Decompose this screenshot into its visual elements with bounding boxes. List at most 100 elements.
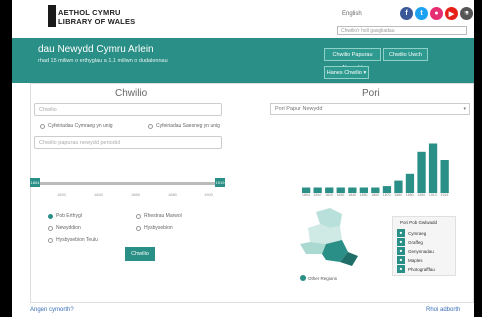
radio-button[interactable] <box>136 213 141 219</box>
wales-map[interactable] <box>296 206 366 274</box>
slider-tick: 1820 <box>57 192 66 197</box>
logo-line-1: AETHOL CYMRU <box>58 8 121 17</box>
browse-heading: Pori <box>362 88 380 99</box>
histogram-year-label: 1810 <box>313 193 322 197</box>
legend-item-label: Genynnadau <box>408 248 434 254</box>
histogram-year-label: 1870 <box>382 193 391 197</box>
site-header: AETHOL CYMRU LIBRARY OF WALES English ft… <box>12 0 474 38</box>
page-title: dau Newydd Cymru Arlein <box>38 44 154 55</box>
newspaper-browse-select[interactable]: Pori Papur Newydd ▾ <box>270 103 470 115</box>
legend-item-label: Maples <box>408 257 423 263</box>
map-region-mid <box>308 224 342 244</box>
category-family-notices[interactable]: Hysbysebion Teulu <box>48 237 98 243</box>
twitter-icon[interactable]: t <box>415 7 428 20</box>
flickr-icon[interactable]: ● <box>430 7 443 20</box>
category-obituaries[interactable]: Rhestrau Marwol <box>136 213 182 219</box>
slider-tick: 1900 <box>204 192 213 197</box>
histogram-year-label: 1919 <box>440 193 449 197</box>
more-icon[interactable]: + <box>463 9 468 19</box>
histogram-bar[interactable] <box>382 186 392 193</box>
legend-item-label: Photografffau <box>408 266 435 272</box>
legend-item[interactable]: ■ Genynnadau <box>397 247 434 255</box>
category-news[interactable]: Newyddion <box>48 225 81 231</box>
radio-button[interactable] <box>40 123 45 129</box>
page-subtitle: rhad 15 miliwn o erthyglau a 1.1 miliwn … <box>38 58 168 64</box>
radio-button[interactable] <box>48 225 53 231</box>
globe-icon <box>300 275 306 281</box>
slider-tick: 1880 <box>168 192 177 197</box>
feedback-link[interactable]: Rhoi adborth <box>426 307 460 313</box>
legend-swatch-icon: ■ <box>397 265 405 273</box>
year-histogram <box>302 143 449 194</box>
category-adverts[interactable]: Hysbysebion <box>136 225 173 231</box>
facebook-icon[interactable]: f <box>400 7 413 20</box>
legend-swatch-icon: ■ <box>397 247 405 255</box>
date-range-slider[interactable] <box>34 182 222 185</box>
legend-item[interactable]: ■ Graffeg <box>397 238 423 246</box>
histogram-bar[interactable] <box>417 151 426 193</box>
legend-swatch-icon: ■ <box>397 256 405 264</box>
nav-search-history-label: Hanes Chwilio <box>326 70 362 76</box>
nav-search-history[interactable]: Hanes Chwilio ▾ <box>324 66 369 79</box>
category-label: Pob Erthygl <box>56 213 82 219</box>
radio-button[interactable] <box>48 237 53 243</box>
histogram-year-label: 1860 <box>371 193 379 197</box>
chevron-down-icon: ▾ <box>361 70 367 76</box>
browse-legend: Pori Pob Gwlwadd ■ Cymraeg ■ Graffeg ■ Geny… <box>392 216 456 276</box>
histogram-bar[interactable] <box>405 173 415 193</box>
legend-swatch-icon: ■ <box>397 238 405 246</box>
help-link[interactable]: Angen cymorth? <box>30 307 74 313</box>
radio-button-selected[interactable] <box>48 213 53 219</box>
slider-start-handle[interactable]: 1804 <box>30 178 40 187</box>
category-all-articles[interactable]: Pob Erthygl <box>48 213 82 219</box>
slider-tick: 1840 <box>94 192 103 197</box>
histogram-year-label: 1910 <box>428 193 437 197</box>
legend-item[interactable]: ■ Cymraeg <box>397 229 426 237</box>
search-button[interactable]: Chwilio <box>125 247 155 261</box>
legend-item-label: Cymraeg <box>408 230 427 236</box>
select-value: Pori Papur Newydd <box>275 106 323 112</box>
english-only-option[interactable]: Cyfeiriadau Saesneg yn unig <box>148 123 220 129</box>
category-label: Hysbysebion Teulu <box>56 237 98 243</box>
histogram-year-label: 1830 <box>336 193 345 197</box>
histogram-year-label: 1850 <box>359 193 368 197</box>
nav-advanced-search[interactable]: Chwilio Uwch <box>383 48 428 61</box>
youtube-icon[interactable]: ▶ <box>445 7 458 20</box>
legend-item[interactable]: ■ Photografffau <box>397 265 435 273</box>
other-regions-label: Other Regions <box>308 275 338 281</box>
nav-search-newspapers[interactable]: Chwilio Papurau Newydd <box>324 48 381 71</box>
welsh-only-label: Cyfeiriadau Cymraeg yn unig <box>48 123 113 129</box>
logo-line-2: LIBRARY OF WALES <box>58 17 136 26</box>
search-input[interactable]: Chwilio <box>34 103 222 116</box>
category-label: Hysbysebion <box>144 225 173 231</box>
category-label: Rhestrau Marwol <box>144 213 182 219</box>
welsh-only-option[interactable]: Cyfeiriadau Cymraeg yn unig <box>40 123 112 129</box>
histogram-year-label: 1840 <box>348 193 356 197</box>
histogram-bar[interactable] <box>394 180 403 193</box>
map-region-west <box>300 242 326 254</box>
site-search-input[interactable]: Chwilio'r holl gasgliadau <box>337 26 467 35</box>
browser-frame: AETHOL CYMRU LIBRARY OF WALES English ft… <box>12 0 474 317</box>
histogram-year-label: 1820 <box>325 193 333 197</box>
legend-swatch-icon: ■ <box>397 229 405 237</box>
slider-tick: 1860 <box>131 192 140 197</box>
search-heading: Chwilio <box>115 88 148 99</box>
legend-item-label: Graffeg <box>408 239 423 245</box>
radio-button[interactable] <box>148 123 153 129</box>
category-label: Newyddion <box>56 225 81 231</box>
histogram-year-label: 1890 <box>405 193 414 197</box>
english-only-label: Cyfeiriadau Saesneg yn unig <box>156 123 220 129</box>
library-logo[interactable]: AETHOL CYMRU LIBRARY OF WALES <box>48 5 146 27</box>
logo-mark <box>48 5 56 27</box>
slider-end-handle[interactable]: 1919 <box>215 178 225 187</box>
histogram-year-label: 1880 <box>394 193 403 197</box>
histogram-bar[interactable] <box>440 160 449 193</box>
other-regions-link[interactable]: Other Regions <box>300 275 337 281</box>
radio-button[interactable] <box>136 225 141 231</box>
language-link[interactable]: English <box>342 11 362 17</box>
newspaper-filter-input[interactable]: Chwilio papurau newydd penodol <box>34 136 222 149</box>
legend-item[interactable]: ■ Maples <box>397 256 423 264</box>
legend-title: Pori Pob Gwlwadd <box>400 220 438 225</box>
chevron-down-icon: ▾ <box>463 106 466 112</box>
histogram-bar[interactable] <box>428 143 438 194</box>
